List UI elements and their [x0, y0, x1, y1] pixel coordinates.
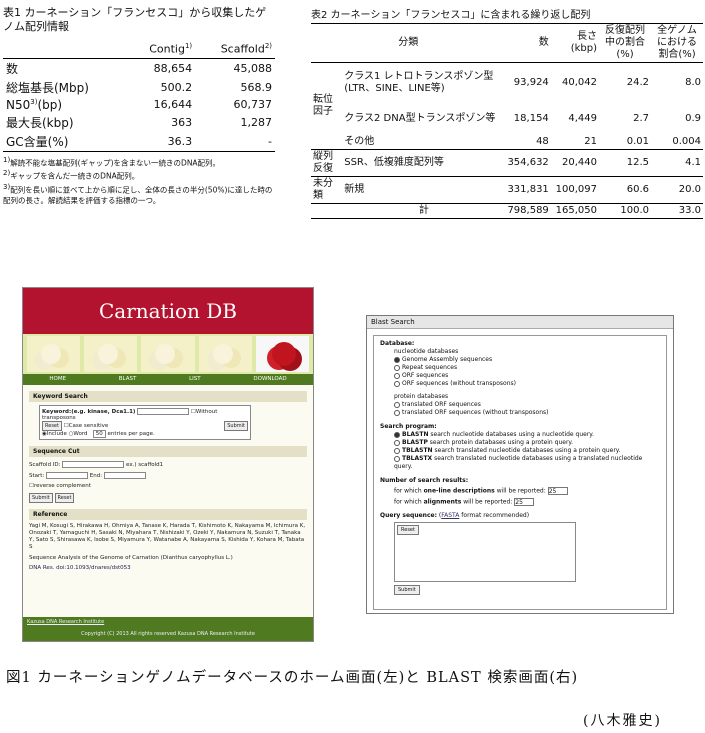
program-option[interactable]: BLASTP search protein databases using a … [380, 439, 660, 447]
table-row: 最大長(kbp) 363 1,287 [6, 115, 272, 130]
table-row: N503)(bp) 16,644 60,737 [6, 97, 272, 112]
table-row: 総塩基長(Mbp) 500.2 568.9 [6, 80, 272, 95]
table1-grid: Contig1) Scaffold2) 数 88,654 45,088 総塩基長(M… [3, 40, 275, 152]
table1-footnotes: 1)解読不能な塩基配列(ギャップ)を含まない一続きのDNA配列。 2)ギャップを… [3, 155, 273, 206]
table-row: クラス2 DNA型トランスポゾン等 18,154 4,449 2.7 0.9 [344, 113, 701, 124]
carnation-image [255, 336, 310, 372]
sequence-cut-section: Sequence Cut Scaffold ID: ex.) scaffold1… [29, 446, 307, 503]
flower-banner [23, 334, 313, 374]
submit-button[interactable]: Submit [224, 421, 248, 431]
table2-caption: 表2 カーネーション「フランセスコ」に含まれる繰り返し配列 [311, 10, 591, 21]
reset-button[interactable]: Reset [54, 493, 75, 503]
reference-section: Reference Yagi M, Kosugi S, Hirakawa H, … [29, 509, 307, 571]
carnation-image [198, 336, 252, 372]
table1-caption: 表1 カーネーション「フランセスコ」から収集したゲノム配列情報 [3, 6, 267, 33]
table2-grid: 分類 数 長さ(kbp) 反復配列中の割合(%) 全ゲノムにおける割合(%) 転… [311, 23, 703, 219]
blast-title: Blast Search [367, 316, 673, 329]
blast-form: Database: nucleotide databases Genome As… [373, 335, 667, 610]
submit-button[interactable]: Submit [394, 585, 420, 595]
oneline-count-input[interactable]: 25 [547, 487, 568, 495]
table-row: その他 48 21 0.01 0.004 [344, 136, 701, 147]
nav-blast[interactable]: BLAST [119, 374, 137, 385]
doi-link[interactable]: DNA Res. doi:10.1093/dnares/dst053 [29, 565, 307, 571]
reset-button[interactable]: Reset [397, 525, 419, 535]
program-option[interactable]: TBLASTX search translated nucleotide dat… [380, 455, 660, 471]
table-row: 縦列反復 SSR、低複雑度配列等 354,632 20,440 12.5 4.1 [311, 149, 703, 177]
author-name: (八木雅史) [583, 713, 662, 729]
nav-home[interactable]: HOME [49, 374, 66, 385]
nuc-option[interactable]: Repeat sequences [380, 364, 660, 372]
program-option[interactable]: BLASTN search nucleotide databases using… [380, 431, 660, 439]
col-contig: Contig1) [126, 40, 196, 59]
table-row: 未分類 新規 331,831 100,097 60.6 20.0 [311, 176, 703, 204]
table-row: GC含量(%) 36.3- [3, 131, 275, 152]
table-row-total: 計 798,589 165,050 100.0 33.0 [311, 203, 703, 219]
table-row: 数 88,654 45,088 [6, 61, 272, 76]
query-textarea[interactable]: Reset [394, 522, 576, 582]
reset-button[interactable]: Reset [42, 421, 62, 431]
carnation-db-screenshot: Carnation DB HOME BLAST LIST DOWNLOAD Ke… [22, 287, 314, 642]
table-row: 転位因子 クラス1 レトロトランスポゾン型 (LTR、SINE、LINE等) 9… [313, 71, 701, 117]
keyword-input[interactable] [137, 408, 190, 415]
submit-button[interactable]: Submit [29, 493, 53, 503]
start-input[interactable] [46, 472, 89, 479]
table2: 表2 カーネーション「フランセスコ」に含まれる繰り返し配列 分類 数 長さ(kb… [311, 6, 703, 219]
carnation-image [84, 336, 138, 372]
end-input[interactable] [103, 472, 146, 479]
nuc-option[interactable]: Genome Assembly sequences [380, 356, 660, 364]
site-title: Carnation DB [23, 288, 313, 334]
nuc-option[interactable]: ORF sequences (without transposons) [380, 380, 660, 388]
scaffold-id-input[interactable] [62, 461, 125, 468]
carnation-image [27, 336, 81, 372]
figure-caption: 図1 カーネーションゲノムデータベースのホーム画面(左)と BLAST 検索画面… [6, 670, 579, 686]
nuc-option[interactable]: ORF sequences [380, 372, 660, 380]
fasta-link[interactable]: FASTA [441, 512, 459, 519]
prot-option[interactable]: translated ORF sequences [380, 401, 660, 409]
nav-download[interactable]: DOWNLOAD [253, 374, 286, 385]
blast-search-screenshot: Blast Search Database: nucleotide databa… [366, 315, 674, 614]
nav-list[interactable]: LIST [189, 374, 201, 385]
program-option[interactable]: TBLASTN search translated nucleotide dat… [380, 447, 660, 455]
table1: 表1 カーネーション「フランセスコ」から収集したゲノム配列情報 Contig1)… [3, 6, 275, 206]
col-scaffold: Scaffold2) [195, 40, 275, 59]
site-footer: Kazusa DNA Research Institute Copyright … [23, 617, 313, 641]
keyword-search-section: Keyword Search Keyword:(e.g. kinase, Dca… [29, 391, 307, 440]
prot-option[interactable]: translated ORF sequences (without transp… [380, 409, 660, 417]
nav-bar: HOME BLAST LIST DOWNLOAD [23, 374, 313, 385]
carnation-image [141, 336, 195, 372]
alignment-count-input[interactable]: 25 [514, 497, 535, 506]
